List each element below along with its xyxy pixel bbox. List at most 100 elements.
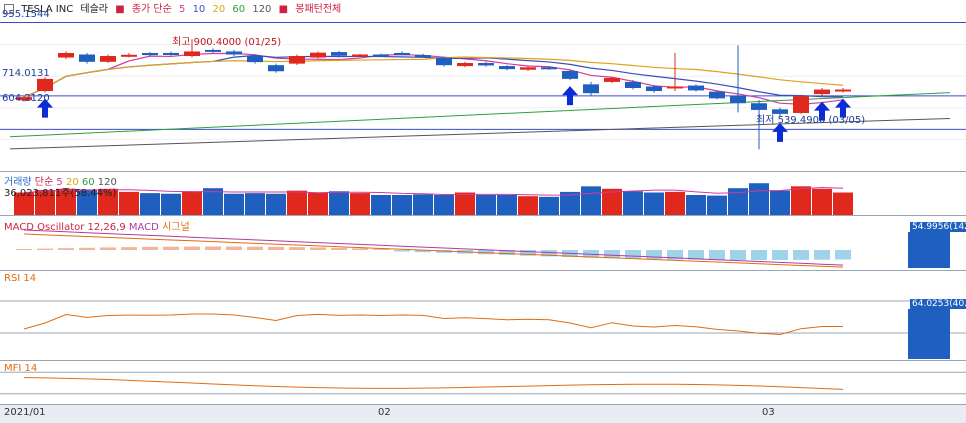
volume-bar — [497, 194, 517, 216]
volume-bar — [539, 196, 559, 216]
date-label-feb: 02 — [378, 407, 391, 418]
macd-oscillator-bar — [646, 250, 662, 260]
candle-body — [100, 56, 116, 62]
volume-pane: 거래량 단순 5 20 60 120 36,023,811주(58.44%) — [0, 171, 966, 216]
candle-body — [520, 67, 536, 70]
low-annotation: 최저 539.4900 (03/05) — [756, 115, 866, 126]
candle-body — [268, 65, 284, 72]
candle-body — [562, 70, 578, 79]
candle-body — [226, 51, 242, 55]
candle-body — [184, 51, 200, 57]
rsi-pane: RSI 14 64.0253(40.4 — [0, 270, 966, 360]
candle-body — [604, 77, 620, 82]
candle-body — [583, 84, 599, 94]
volume-bar — [371, 194, 391, 216]
rsi-value-panel — [908, 309, 950, 359]
level-label-1: 714.0131 — [2, 68, 50, 79]
macd-oscillator-bar — [100, 247, 116, 250]
candle-body — [37, 78, 53, 92]
volume-bar — [308, 192, 328, 216]
candle-body — [247, 56, 263, 63]
candle-body — [667, 86, 683, 89]
volume-bar — [119, 191, 139, 216]
macd-oscillator-bar — [835, 250, 851, 260]
volume-bar — [413, 194, 433, 216]
volume-bar — [140, 193, 160, 216]
rsi-title: RSI 14 — [4, 273, 37, 284]
high-annotation: 최고 900.4000 (01/25) — [172, 37, 282, 48]
macd-title: MACD Oscillator 12,26,9 — [4, 222, 126, 233]
candle-body — [79, 54, 95, 62]
volume-bar — [665, 191, 685, 216]
candle-body — [835, 89, 851, 92]
date-label-jan: 2021/01 — [4, 407, 46, 418]
volume-bar — [707, 195, 727, 216]
volume-bar — [350, 193, 370, 216]
volume-chart — [14, 183, 853, 216]
volume-bar — [476, 194, 496, 216]
macd-oscillator-bar — [331, 247, 347, 250]
macd-oscillator-bar — [289, 247, 305, 250]
volume-bar — [224, 193, 244, 216]
macd-oscillator-bar — [772, 250, 788, 261]
candle-body — [394, 52, 410, 55]
candle-body — [646, 86, 662, 92]
candle-body — [289, 56, 305, 64]
macd-oscillator-bar — [604, 250, 620, 259]
volume-bar — [833, 192, 853, 216]
candle-body — [373, 54, 389, 57]
mfi-chart — [0, 371, 966, 395]
volume-bar — [434, 194, 454, 216]
candlestick-chart — [0, 21, 966, 150]
macd-oscillator-bar — [121, 247, 137, 250]
level-label-2: 604.2120 — [2, 93, 50, 104]
macd-oscillator-bar — [16, 249, 32, 250]
macd-oscillator-bar — [142, 246, 158, 250]
mfi-title: MFI 14 — [4, 363, 38, 374]
volume-bar — [245, 193, 265, 216]
candle-body — [142, 52, 158, 56]
candle-body — [688, 85, 704, 91]
volume-bar — [623, 191, 643, 216]
macd-value-badge: 54.9956(142. — [910, 222, 966, 232]
macd-oscillator-bar — [814, 250, 830, 260]
volume-bar — [161, 193, 181, 216]
macd-oscillator-bar — [751, 250, 767, 261]
candle-body — [415, 55, 431, 58]
price-top-label: 955.1544 — [2, 9, 50, 20]
macd-pane: MACD Oscillator 12,26,9 MACD 시그널 54.9956… — [0, 215, 966, 270]
macd-oscillator-bar — [730, 250, 746, 261]
macd-oscillator-bar — [79, 247, 95, 250]
mfi-line — [23, 377, 844, 390]
macd-oscillator-bar — [163, 246, 179, 250]
macd-oscillator-bar — [226, 246, 242, 250]
macd-oscillator-bar — [310, 247, 326, 250]
candle-body — [310, 52, 326, 58]
volume-bar — [203, 188, 223, 216]
macd-oscillator-bar — [394, 250, 410, 252]
volume-bar — [266, 193, 286, 216]
macd-oscillator-bar — [58, 248, 74, 250]
candle-body — [730, 95, 746, 104]
volume-bar — [770, 190, 790, 216]
date-label-mar: 03 — [762, 407, 775, 418]
macd-legend: MACD Oscillator 12,26,9 MACD 시그널 — [4, 218, 190, 233]
candle-body — [457, 63, 473, 67]
candle-body — [478, 63, 494, 66]
volume-bar — [518, 196, 538, 216]
macd-oscillator-bar — [247, 246, 263, 250]
volume-value-label: 36,023,811주(58.44%) — [4, 188, 117, 199]
volume-bar — [182, 191, 202, 216]
candle-body — [58, 52, 74, 58]
rsi-value-badge: 64.0253(40.4 — [910, 299, 966, 309]
candle-body — [436, 57, 452, 66]
candle-body — [709, 91, 725, 99]
candle-body — [541, 67, 557, 70]
macd-oscillator-bar — [709, 250, 725, 260]
candle-body — [625, 81, 641, 88]
macd-value-panel — [908, 232, 950, 268]
volume-bar — [749, 183, 769, 216]
rsi-line — [23, 313, 843, 336]
volume-bar — [392, 194, 412, 216]
candle-body — [163, 52, 179, 55]
